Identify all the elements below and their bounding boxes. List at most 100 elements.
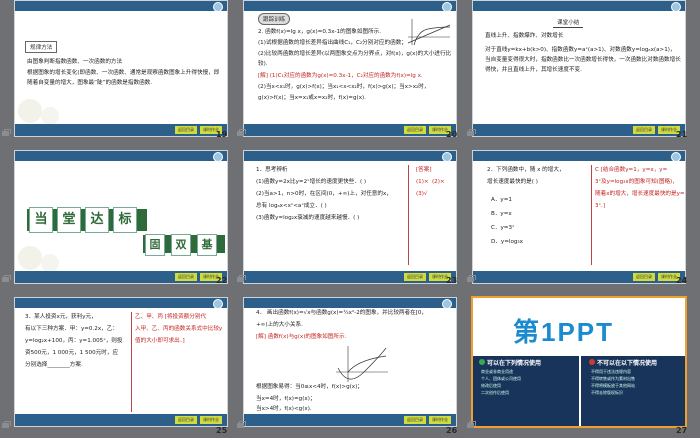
slide-thumbnail-19[interactable]: 规律方法 由图象判断指数函数、一次函数的方法 根据图象的增长变化(即函数、一次函… xyxy=(14,0,228,137)
license-item: 不得用于违法违规内容 xyxy=(591,369,631,374)
slide-body-line: 根据图象易得：当0≤x<4时，f(x)>g(x)； xyxy=(256,384,363,390)
slide-body-line: (1)函数y=2x比y=2ˣ增长的速度更快些．( ) xyxy=(256,179,367,185)
slide-icon xyxy=(1,420,11,429)
license-item: 商业或非商业用途 xyxy=(481,369,513,374)
slide-body-line: 有以下三种方案．甲：y=0.2x，乙： xyxy=(25,326,118,332)
slide-icon xyxy=(236,128,246,137)
slide-body-line: (2)当x<x₁时，g(x)>f(x)；当x₁<x<x₂时，f(x)>g(x)；… xyxy=(258,84,430,90)
answer-line: 乙、甲、丙 [将投资额分别代 xyxy=(135,314,207,320)
prev-button[interactable]: 返回目录 xyxy=(633,126,655,134)
flower-decoration xyxy=(15,86,95,126)
slide-thumbnail-24[interactable]: 2．下列函数中，随 x 的增大， 增长速度最快的是( ) A．y=1 B．y=x… xyxy=(472,150,686,284)
answer-line: 入甲、乙、丙的函数关系式中比较y xyxy=(135,326,223,332)
slide-body-line: 资500元，1 000元，1 500元时，应 xyxy=(25,350,119,356)
answer-line: 3ˣ.] xyxy=(595,203,606,209)
slide-body-line: [解] 函数f(x)与g(x)的图象如图所示. xyxy=(256,334,347,340)
prev-button[interactable]: 返回目录 xyxy=(175,126,197,134)
slide-icon xyxy=(1,274,11,283)
title-char: 达 xyxy=(85,207,109,233)
nav-circle-icon xyxy=(213,299,223,309)
license-item: 二次创作后使用 xyxy=(481,390,509,395)
slide-body-line: 直线上升、指数爆炸、对数增长 xyxy=(485,33,564,39)
slide-body-line: (2)比较两函数的增长差异(以两图象交点为分界点，对f(x)，g(x)的大小进行… xyxy=(258,51,452,67)
answer-value: (2)× xyxy=(432,179,445,185)
next-button[interactable]: 课时作业 xyxy=(429,416,451,424)
slide-body-line: [解] (1)C₁对应的函数为g(x)=0.3x-1，C₂对应的函数为f(x)=… xyxy=(258,73,423,79)
prev-button[interactable]: 返回目录 xyxy=(404,273,426,281)
slide-number: 23 xyxy=(446,276,458,285)
answer-divider xyxy=(408,165,409,265)
option-d: D．y=log₃x xyxy=(491,239,523,245)
slide-thumbnail-22[interactable]: 当 堂 达 标 固 双 基 返回目录 课时作业 xyxy=(14,150,228,284)
slide-top-bar xyxy=(473,1,685,11)
answer-value: (1)× xyxy=(416,179,429,185)
nav-circle-icon xyxy=(671,2,681,12)
next-button[interactable]: 课时作业 xyxy=(200,416,222,424)
option-a: A．y=1 xyxy=(491,197,512,203)
slide-body-line: 由图象判断指数函数、一次函数的方法 xyxy=(27,59,123,65)
slide-icon xyxy=(236,274,246,283)
slide-number: 19 xyxy=(216,130,228,139)
slide-top-bar xyxy=(473,151,685,161)
prev-button[interactable]: 返回目录 xyxy=(175,273,197,281)
slide-icon xyxy=(466,128,476,137)
slide-top-bar xyxy=(244,298,456,308)
prev-button[interactable]: 返回目录 xyxy=(633,273,655,281)
slide-top-bar xyxy=(15,151,227,161)
option-c: C．y=3ˣ xyxy=(491,225,515,231)
slide-icon xyxy=(466,274,476,283)
slide-thumbnail-25[interactable]: 3．某人投资x元，获利y元， 有以下三种方案．甲：y=0.2x，乙： y=log… xyxy=(14,297,228,427)
slide-thumbnail-21[interactable]: 课堂小结 直线上升、指数爆炸、对数增长 对于直线y=kx+b(k>0)、指数函数… xyxy=(472,0,686,137)
flower-decoration xyxy=(15,233,95,273)
subtitle-char: 基 xyxy=(197,234,217,256)
nav-circle-icon xyxy=(442,2,452,12)
license-item: 不得去除版权标识 xyxy=(591,390,623,395)
slide-body-line: 当x=4时，f(x)=g(x)； xyxy=(256,396,316,402)
nav-circle-icon xyxy=(442,152,452,162)
ppt-logo: 第1PPT xyxy=(513,317,615,347)
license-item: 不得将模板放于其他网站 xyxy=(591,383,635,388)
slide-thumbnail-20[interactable]: 跟踪训练 2. 函数f(x)=lg x，g(x)=0.3x-1的图象如图所示. … xyxy=(243,0,457,137)
title-char: 当 xyxy=(29,207,53,233)
license-item: 个人、团体或公司使用 xyxy=(481,376,521,381)
nav-circle-icon xyxy=(671,152,681,162)
slide-body-line: (1)试根据函数的增长差异指出曲线C₁，C₂分别对应的函数； xyxy=(258,40,407,46)
license-right-heading: 不可以在以下情况使用 xyxy=(597,360,658,367)
prev-button[interactable]: 返回目录 xyxy=(404,126,426,134)
prev-button[interactable]: 返回目录 xyxy=(175,416,197,424)
slide-body-line: 对于直线y=kx+b(k>0)、指数函数y=aˣ(a>1)、对数函数y=logₐ… xyxy=(485,47,681,73)
prev-button[interactable]: 返回目录 xyxy=(404,416,426,424)
slide-thumbnail-27[interactable]: 第1PPT 可以在下列情况使用 不可以在以下情况使用 商业或非商业用途 个人、团… xyxy=(471,296,687,428)
subtitle-char: 双 xyxy=(171,234,191,256)
slide-number: 20 xyxy=(446,130,458,139)
slide-number: 24 xyxy=(676,276,688,285)
nav-circle-icon xyxy=(213,2,223,12)
slide-body-line: (3)函数y=log₂x衰减的速度越来越慢．( ) xyxy=(256,215,360,221)
slide-body-line: +∞)上的大小关系. xyxy=(256,322,303,328)
check-icon xyxy=(479,359,485,365)
slide-body-line: y=log₂x+100，丙：y=1.005ˣ，则投 xyxy=(25,338,123,344)
slide-icon xyxy=(466,420,476,429)
slide-body-line: 1．思考辨析 xyxy=(256,167,288,173)
slide-heading: 跟踪训练 xyxy=(258,13,291,25)
slide-thumbnail-26[interactable]: 4． 画出函数f(x)=√x与函数g(x)=¼x²-2的图象，并比较两者在[0，… xyxy=(243,297,457,427)
slide-body-line: 3．某人投资x元，获利y元， xyxy=(25,314,97,320)
slide-body-line: 2. 函数f(x)=lg x，g(x)=0.3x-1的图象如图所示. xyxy=(258,29,382,35)
slide-body-line: 根据图象的增长变化(即函数、一次函数、通常是观察函数图象上升得快慢，即随着自变量… xyxy=(27,70,220,86)
slide-number: 21 xyxy=(676,130,688,139)
slide-body-line: 2．下列函数中，随 x 的增大， xyxy=(487,167,565,173)
answer-line: 3ˣ及y=log₃x的图象可知(图略)， xyxy=(595,179,678,185)
slide-number: 22 xyxy=(216,276,228,285)
slide-icon xyxy=(1,128,11,137)
slide-body-line: 当x>4时，f(x)<g(x). xyxy=(256,406,312,412)
answer-line: C [结合函数y=1，y=x，y= xyxy=(595,167,668,173)
answer-value: (3)√ xyxy=(416,191,428,197)
answer-line: 随着x的增大，增长速度最快的是y= xyxy=(595,191,685,197)
slide-heading: 课堂小结 xyxy=(553,17,584,28)
slide-top-bar xyxy=(244,151,456,161)
slide-body-line: 增长速度最快的是( ) xyxy=(487,179,538,185)
subtitle-char: 固 xyxy=(145,234,165,256)
slide-thumbnail-23[interactable]: 1．思考辨析 (1)函数y=2x比y=2ˣ增长的速度更快些．( ) (2)当a>… xyxy=(243,150,457,284)
function-graph xyxy=(336,346,388,382)
license-item: 不得转售或作为素材出售 xyxy=(591,376,635,381)
